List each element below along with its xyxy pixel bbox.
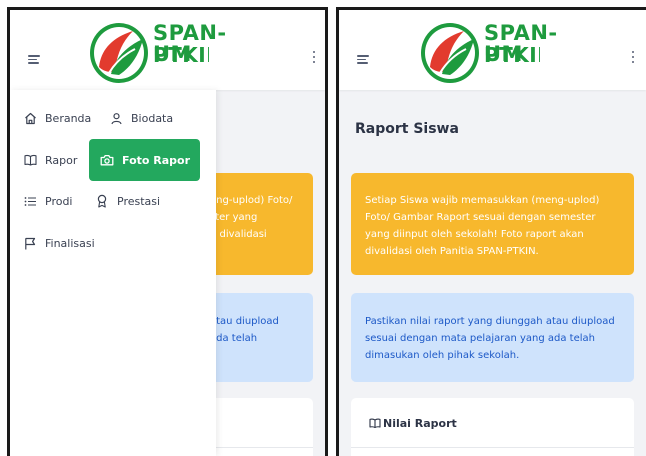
- info-alert-partial: atau diupload ada telah: [210, 293, 313, 382]
- warning-alert: Setiap Siswa wajib memasukkan (meng-uplo…: [351, 173, 634, 275]
- card-title: Nilai Raport: [369, 417, 457, 430]
- menu-item-biodata[interactable]: Biodata: [108, 104, 173, 132]
- home-icon: [22, 110, 38, 126]
- nilai-raport-card: Nilai Raport: [351, 398, 634, 456]
- menu-label-biodata: Biodata: [131, 111, 174, 125]
- phone-screen-raport: SPAN-UM PTKIN Raport Siswa Setiap Siswa …: [336, 7, 646, 456]
- top-app-bar: SPAN-UM PTKIN: [339, 10, 646, 90]
- span-um-emblem-icon: [421, 23, 479, 83]
- phone-screen-menu-open: SPAN-UM PTKIN eng-uplod) Foto/ ster yang…: [7, 7, 328, 456]
- flag-icon: [22, 235, 38, 251]
- more-options-icon[interactable]: [632, 51, 636, 65]
- book-icon: [22, 152, 38, 168]
- menu-item-foto-rapor[interactable]: Foto Rapor: [89, 139, 201, 181]
- menu-label-prodi: Prodi: [45, 194, 73, 208]
- redacted-box: [209, 39, 293, 67]
- menu-label-finalisasi: Finalisasi: [45, 236, 95, 250]
- info-line-1: atau diupload: [210, 316, 279, 327]
- user-icon: [108, 110, 124, 126]
- info-alert: Pastikan nilai raport yang diunggah atau…: [351, 293, 634, 382]
- hamburger-menu-icon[interactable]: [28, 55, 40, 66]
- page-content: Raport Siswa Setiap Siswa wajib memasukk…: [339, 90, 646, 456]
- menu-label-prestasi: Prestasi: [117, 194, 161, 208]
- camera-icon: [99, 152, 115, 168]
- page-title: Raport Siswa: [355, 121, 459, 137]
- info-line-2: ada telah: [210, 333, 258, 344]
- menu-label-foto-rapor: Foto Rapor: [122, 153, 191, 167]
- app-logo: SPAN-UM PTKIN: [420, 19, 622, 85]
- redacted-box: [540, 39, 622, 67]
- award-icon: [94, 193, 110, 209]
- card-header: Nilai Raport: [351, 398, 634, 448]
- menu-item-prestasi[interactable]: Prestasi: [94, 187, 160, 215]
- menu-item-beranda[interactable]: Beranda: [22, 104, 91, 132]
- book-icon: [369, 418, 381, 429]
- card-header: [210, 398, 313, 448]
- menu-item-prodi[interactable]: Prodi: [22, 187, 73, 215]
- menu-label-rapor: Rapor: [45, 153, 78, 167]
- menu-item-finalisasi[interactable]: Finalisasi: [22, 229, 95, 257]
- list-icon: [22, 193, 38, 209]
- warning-alert-partial: eng-uplod) Foto/ ster yang n divalidasi: [210, 173, 313, 275]
- warning-line-2: ster yang: [210, 212, 258, 223]
- hamburger-menu-icon[interactable]: [357, 55, 369, 66]
- app-logo: SPAN-UM PTKIN: [89, 19, 293, 85]
- menu-item-rapor[interactable]: Rapor: [22, 146, 77, 174]
- top-app-bar: SPAN-UM PTKIN: [10, 10, 325, 90]
- warning-line-1: eng-uplod) Foto/: [210, 195, 293, 206]
- more-options-icon[interactable]: [313, 51, 317, 65]
- warning-line-3: n divalidasi: [210, 229, 267, 240]
- nilai-raport-card-partial: [210, 398, 313, 456]
- navigation-drawer: Beranda Biodata Rapor Foto Rapor Prodi P…: [10, 90, 216, 456]
- card-title-text: Nilai Raport: [383, 417, 457, 430]
- menu-label-beranda: Beranda: [45, 111, 92, 125]
- span-um-emblem-icon: [90, 23, 148, 83]
